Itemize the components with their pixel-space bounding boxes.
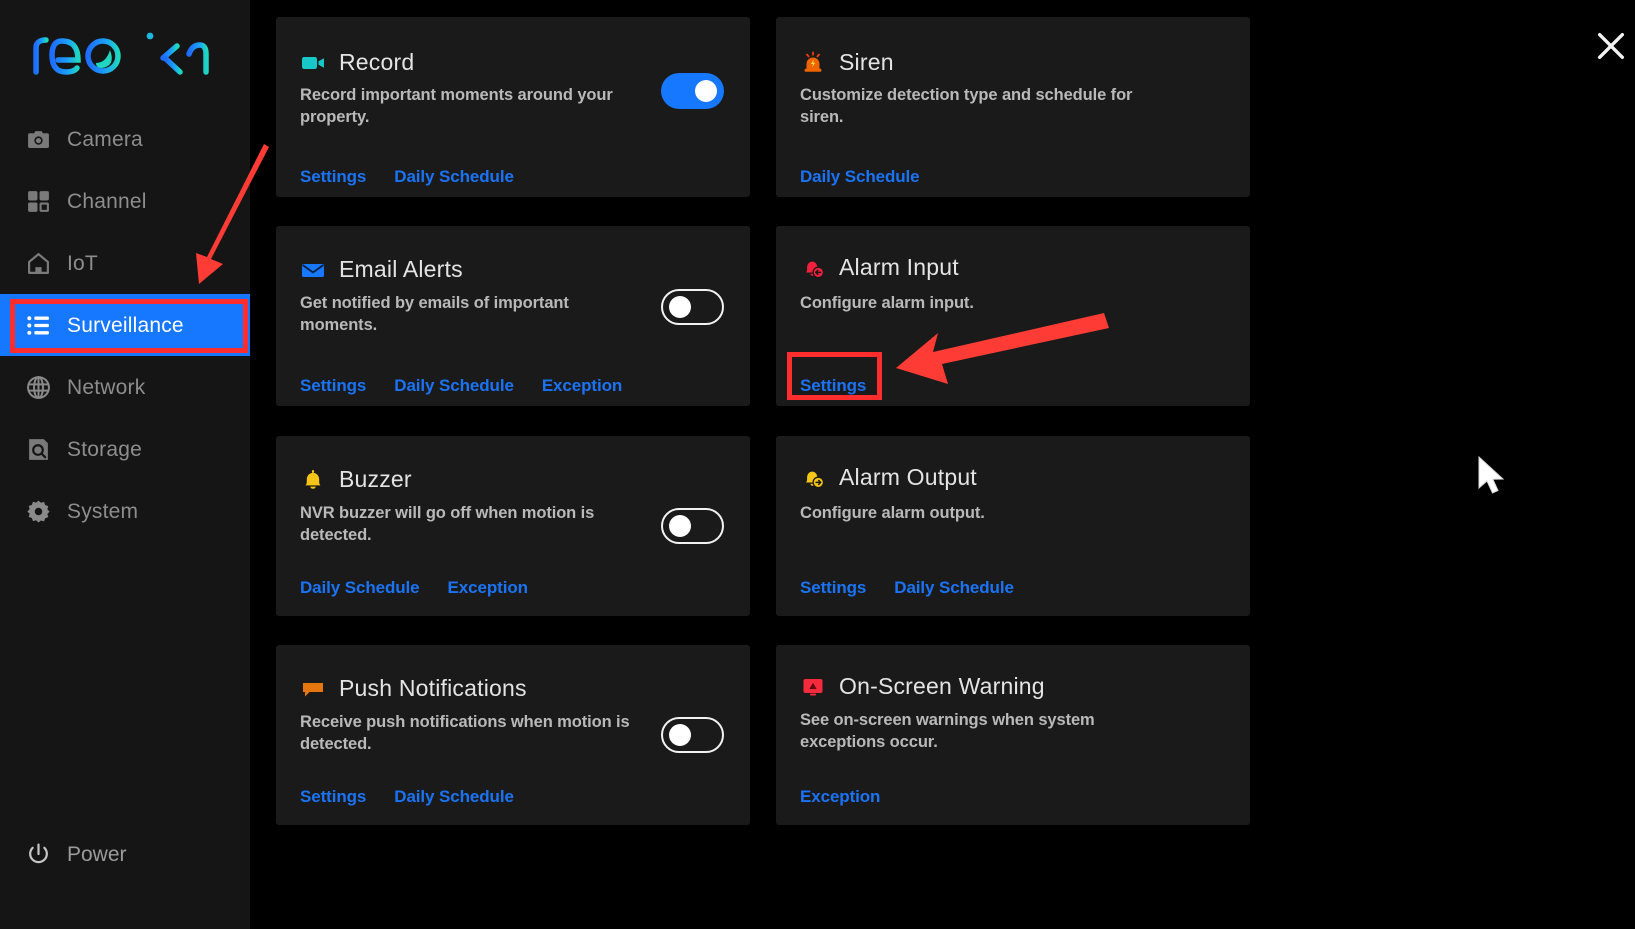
card-links: Settings Daily Schedule Exception [300, 376, 622, 396]
monitor-warning-icon [800, 674, 826, 700]
link-exception[interactable]: Exception [800, 787, 880, 807]
card-links: Exception [800, 787, 880, 807]
link-exception[interactable]: Exception [448, 578, 528, 598]
card-header: Buzzer [300, 466, 412, 493]
link-exception[interactable]: Exception [542, 376, 622, 396]
toggle-knob [669, 724, 691, 746]
card-title: Push Notifications [339, 675, 527, 701]
card-description: Receive push notifications when motion i… [300, 713, 630, 754]
card-header: Record [300, 49, 414, 76]
card-links: Settings [800, 376, 866, 396]
card-links: Daily Schedule [800, 167, 920, 187]
card-description: NVR buzzer will go off when motion is de… [300, 504, 595, 545]
link-daily-schedule[interactable]: Daily Schedule [394, 167, 514, 187]
card-description: See on-screen warnings when system excep… [800, 711, 1095, 752]
surveillance-card-grid: Record Record important moments around y… [0, 0, 1385, 929]
push-notifications-toggle[interactable] [661, 717, 724, 753]
card-title: Record [339, 49, 415, 75]
link-settings[interactable]: Settings [300, 167, 366, 187]
link-settings[interactable]: Settings [300, 787, 366, 807]
card-description: Customize detection type and schedule fo… [800, 86, 1133, 127]
card-description: Configure alarm output. [800, 504, 985, 522]
link-settings[interactable]: Settings [800, 376, 866, 396]
card-header: Alarm Input [800, 254, 959, 281]
email-alerts-toggle[interactable] [661, 289, 724, 325]
card-buzzer: Buzzer NVR buzzer will go off when motio… [276, 436, 750, 616]
link-daily-schedule[interactable]: Daily Schedule [300, 578, 420, 598]
card-header: On-Screen Warning [800, 673, 1045, 700]
card-title: Alarm Output [839, 464, 977, 490]
buzzer-toggle[interactable] [661, 508, 724, 544]
card-siren: Siren Customize detection type and sched… [776, 17, 1250, 197]
app-window: Camera Channel IoT Surveillance Network … [0, 0, 1635, 929]
link-daily-schedule[interactable]: Daily Schedule [394, 376, 514, 396]
card-alarm-output: Alarm Output Configure alarm output. Set… [776, 436, 1250, 616]
card-email-alerts: Email Alerts Get notified by emails of i… [276, 226, 750, 406]
card-title: Email Alerts [339, 256, 463, 282]
link-daily-schedule[interactable]: Daily Schedule [800, 167, 920, 187]
bell-arrow-out-icon [800, 465, 826, 491]
card-title: Siren [839, 49, 894, 75]
card-description: Configure alarm input. [800, 294, 974, 312]
card-header: Siren [800, 49, 894, 76]
bell-icon [300, 467, 326, 493]
card-header: Email Alerts [300, 256, 463, 283]
bell-arrow-in-icon [800, 255, 826, 281]
card-links: Settings Daily Schedule [300, 787, 514, 807]
card-alarm-input: Alarm Input Configure alarm input. Setti… [776, 226, 1250, 406]
link-daily-schedule[interactable]: Daily Schedule [894, 578, 1014, 598]
record-toggle[interactable] [661, 73, 724, 109]
close-icon [1597, 32, 1625, 60]
card-title: Buzzer [339, 466, 412, 492]
card-description: Get notified by emails of important mome… [300, 294, 569, 335]
card-header: Push Notifications [300, 675, 527, 702]
siren-icon [800, 50, 826, 76]
card-push-notifications: Push Notifications Receive push notifica… [276, 645, 750, 825]
toggle-knob [669, 515, 691, 537]
card-links: Settings Daily Schedule [800, 578, 1014, 598]
link-daily-schedule[interactable]: Daily Schedule [394, 787, 514, 807]
close-button[interactable] [1594, 29, 1628, 63]
card-header: Alarm Output [800, 464, 977, 491]
link-settings[interactable]: Settings [800, 578, 866, 598]
card-title: Alarm Input [839, 254, 959, 280]
card-record: Record Record important moments around y… [276, 17, 750, 197]
card-on-screen-warning: On-Screen Warning See on-screen warnings… [776, 645, 1250, 825]
link-settings[interactable]: Settings [300, 376, 366, 396]
video-camera-icon [300, 50, 326, 76]
card-links: Daily Schedule Exception [300, 578, 528, 598]
card-description: Record important moments around your pro… [300, 86, 613, 127]
card-title: On-Screen Warning [839, 673, 1045, 699]
toggle-knob [669, 296, 691, 318]
mouse-cursor [1478, 455, 1505, 494]
speech-bubble-icon [300, 676, 326, 702]
toggle-knob [695, 80, 717, 102]
envelope-icon [300, 257, 326, 283]
card-links: Settings Daily Schedule [300, 167, 514, 187]
